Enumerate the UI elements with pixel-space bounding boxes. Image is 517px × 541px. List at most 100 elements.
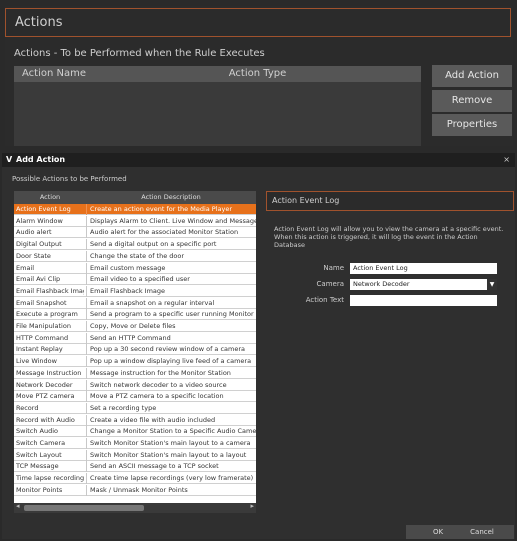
table-row[interactable]: Network Decoder Switch network decoder to… [14, 379, 256, 391]
add-action-button[interactable]: Add Action [432, 65, 512, 87]
table-row[interactable]: Digital Output Send a digital output on a… [14, 239, 256, 251]
action-description-cell: Create a video file with audio included [86, 414, 256, 426]
possible-actions-table[interactable]: Action Action Description Action Event L… [14, 191, 256, 513]
table-row[interactable]: Monitor Points Mask / Unmask Monitor Poin… [14, 484, 256, 496]
action-name-cell: Door State [16, 251, 51, 260]
action-description-cell: Change the state of the door [86, 250, 256, 262]
column-header-action[interactable]: Action [14, 191, 86, 204]
table-row[interactable]: TCP Message Send an ASCII message to a TC… [14, 461, 256, 473]
horizontal-scrollbar[interactable]: ◂ ▸ [14, 502, 256, 513]
action-description-cell: Displays Alarm to Client. Live Window an… [86, 215, 256, 227]
action-description-cell: Send a digital output on a specific port [86, 239, 256, 251]
table-row[interactable]: Record Set a recording type [14, 402, 256, 414]
possible-actions-label: Possible Actions to be Performed [12, 175, 127, 183]
action-name-cell: Email Flashback Image [16, 286, 84, 295]
action-name-cell: Digital Output [16, 240, 62, 249]
action-description-cell: Pop up a window displaying live feed of … [86, 356, 256, 368]
scroll-right-icon[interactable]: ▸ [250, 502, 254, 510]
actions-title: Actions [15, 15, 63, 30]
actions-header: Actions [5, 8, 511, 37]
table-row[interactable]: Switch Camera Switch Monitor Station's ma… [14, 438, 256, 449]
action-description-cell: Message instruction for the Monitor Stat… [86, 367, 256, 379]
action-text-label: Action Text [305, 296, 344, 304]
action-name-cell: Execute a program [16, 310, 78, 319]
table-row[interactable]: Action Event Log Create an action event f… [14, 204, 256, 215]
table-row[interactable]: Execute a program Send a program to a spe… [14, 309, 256, 321]
camera-label: Camera [316, 280, 344, 288]
action-description-cell: Send an HTTP Command [86, 332, 256, 344]
action-description-cell: Email video to a specified user [86, 274, 256, 286]
table-row[interactable]: Audio alert Audio alert for the associate… [14, 227, 256, 239]
action-text-field[interactable] [350, 295, 497, 306]
action-description-cell: Email custom message [86, 262, 256, 274]
close-icon[interactable]: × [503, 153, 510, 167]
action-name-cell: HTTP Command [16, 333, 69, 342]
table-row[interactable]: Move PTZ camera Move a PTZ camera to a sp… [14, 391, 256, 403]
table-row[interactable]: Alarm Window Displays Alarm to Client. Li… [14, 215, 256, 227]
action-name-cell: Action Event Log [16, 205, 71, 213]
action-name-cell: Switch Layout [16, 450, 62, 459]
action-description-cell: Switch Monitor Station's main layout to … [86, 449, 256, 461]
chevron-down-icon[interactable]: V [6, 153, 12, 167]
action-name-cell: Record with Audio [16, 415, 75, 424]
table-row[interactable]: Switch Layout Switch Monitor Station's ma… [14, 449, 256, 461]
remove-button[interactable]: Remove [432, 90, 512, 112]
action-description-cell: Create time lapse recordings (very low f… [86, 473, 256, 485]
table-row[interactable]: HTTP Command Send an HTTP Command [14, 332, 256, 344]
action-name-cell: Live Window [16, 357, 57, 366]
rule-table-header: Action Name Action Type [14, 66, 421, 82]
dialog-title-bar[interactable]: V Add Action × [2, 153, 515, 167]
table-row[interactable]: Door State Change the state of the door [14, 250, 256, 262]
action-description-cell: Send an ASCII message to a TCP socket [86, 461, 256, 473]
properties-button[interactable]: Properties [432, 114, 512, 136]
action-name-cell: Time lapse recording [16, 474, 84, 483]
actions-table-header: Action Action Description [14, 191, 256, 204]
cancel-button[interactable]: Cancel [450, 525, 514, 539]
action-name-cell: Switch Camera [16, 439, 66, 447]
column-header-description[interactable]: Action Description [86, 191, 256, 204]
dialog-title: Add Action [16, 155, 66, 164]
table-row[interactable]: Email Avi Clip Email video to a specified… [14, 274, 256, 286]
table-row[interactable]: Record with Audio Create a video file wit… [14, 414, 256, 426]
table-row[interactable]: Instant Replay Pop up a 30 second review … [14, 344, 256, 356]
action-name-cell: Network Decoder [16, 380, 73, 389]
column-header-action-name[interactable]: Action Name [14, 66, 94, 82]
table-row[interactable]: Time lapse recording Create time lapse re… [14, 473, 256, 485]
action-name-cell: Instant Replay [16, 345, 63, 354]
action-description-cell: Mask / Unmask Monitor Points [86, 484, 256, 496]
detail-title-box: Action Event Log [266, 191, 514, 211]
table-row[interactable]: Live Window Pop up a window displaying li… [14, 356, 256, 368]
detail-title: Action Event Log [272, 196, 340, 205]
camera-select[interactable]: Network Decoder ▼ [350, 279, 497, 290]
action-description-cell: Switch Monitor Station's main layout to … [86, 438, 256, 449]
action-description-text: Action Event Log will allow you to view … [274, 225, 504, 249]
chevron-down-icon[interactable]: ▼ [487, 279, 497, 290]
table-row[interactable]: Message Instruction Message instruction f… [14, 367, 256, 379]
action-name-cell: TCP Message [16, 462, 59, 471]
action-description-cell: Switch network decoder to a video source [86, 379, 256, 391]
action-description-cell: Email a snapshot on a regular interval [86, 297, 256, 309]
action-description-cell: Pop up a 30 second review window of a ca… [86, 344, 256, 356]
action-name-cell: Email Snapshot [16, 298, 67, 307]
action-name-cell: Record [16, 403, 39, 412]
column-header-action-type[interactable]: Action Type [94, 66, 421, 82]
action-description-cell: Send a program to a specific user runnin… [86, 309, 256, 321]
action-description-cell: Set a recording type [86, 402, 256, 414]
action-description-cell: Audio alert for the associated Monitor S… [86, 227, 256, 239]
table-row[interactable]: Switch Audio Change a Monitor Station to … [14, 426, 256, 438]
table-row[interactable]: File Manipulation Copy, Move or Delete fi… [14, 321, 256, 332]
action-name-cell: Message Instruction [16, 368, 82, 377]
table-row[interactable]: Email Email custom message [14, 262, 256, 274]
action-name-cell: Move PTZ camera [16, 392, 75, 401]
action-description-cell: Move a PTZ camera to a specific location [86, 391, 256, 403]
scrollbar-thumb[interactable] [24, 505, 144, 511]
action-name-cell: File Manipulation [16, 322, 71, 330]
action-name-cell: Alarm Window [16, 216, 63, 225]
add-action-dialog: V Add Action × Possible Actions to be Pe… [2, 153, 515, 539]
table-row[interactable]: Email Snapshot Email a snapshot on a regu… [14, 297, 256, 309]
rule-actions-table[interactable]: Action Name Action Type [14, 66, 421, 146]
table-row[interactable]: Email Flashback Image Email Flashback Ima… [14, 285, 256, 297]
scroll-left-icon[interactable]: ◂ [16, 502, 20, 510]
name-field[interactable]: Action Event Log [350, 263, 497, 274]
action-name-cell: Audio alert [16, 228, 52, 237]
